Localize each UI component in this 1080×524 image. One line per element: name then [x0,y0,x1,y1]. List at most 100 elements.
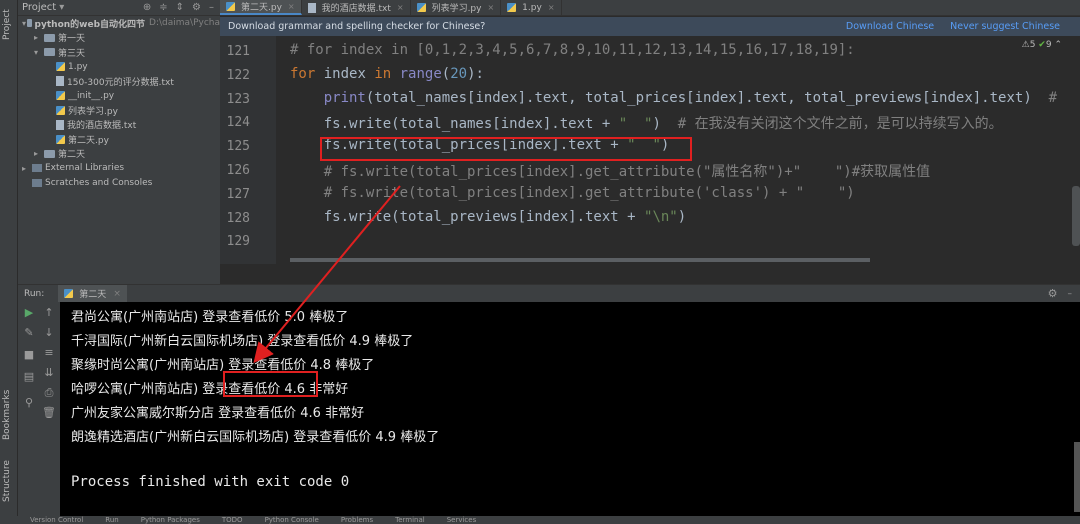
line-gutter: 121 122 123 124 125 126 127 128 129 [220,36,276,264]
text-file-icon [307,2,316,13]
inspection-widget[interactable]: ⚠5 ✔9 ⌃ [1022,40,1062,50]
python-file-icon [64,289,74,298]
close-icon[interactable]: × [397,3,404,12]
tree-item[interactable]: 150-300元的评分数据.txt [18,74,220,89]
console-line: Process finished with exit code 0 [71,474,350,490]
tree-item-label: 第二天 [58,150,86,161]
tab-label: 列表学习.py [431,4,482,14]
status-tool-button[interactable]: Python Packages [141,516,200,524]
bookmarks-tool-button[interactable]: Bookmarks [2,390,12,440]
expand-icon[interactable]: ⇕ [176,2,184,13]
left-tool-strip: Project Bookmarks Structure [0,0,18,524]
editor-tab[interactable]: 我的酒店数据.txt × [302,0,411,15]
horizontal-scrollbar[interactable] [290,258,870,262]
tree-item[interactable]: ▸ External Libraries [18,161,220,176]
tree-item[interactable]: ▸ 第二天 [18,147,220,162]
close-icon[interactable]: × [113,289,121,299]
tree-item[interactable]: ▸ 第一天 [18,31,220,46]
text-file-icon [56,119,64,130]
soft-wrap-icon[interactable]: ≡ [42,346,56,359]
tree-item[interactable]: ▾ python的web自动化四节 D:\daima\Pycha [18,16,220,31]
console-scrollbar[interactable] [1074,442,1080,512]
tree-item[interactable]: 列表学习.py [18,103,220,118]
tree-item[interactable]: Scratches and Consoles [18,176,220,191]
chevron-right-icon[interactable]: ▸ [22,164,32,173]
project-dropdown[interactable]: Project [22,2,56,13]
status-tool-button[interactable]: Run [105,516,118,524]
chevron-down-icon[interactable]: ▾ [59,2,64,13]
minimize-icon[interactable]: – [1068,289,1073,299]
project-panel: Project ▾ ⊕ ≑ ⇕ ⚙ – ▾ python的web自动化四节 D:\d… [18,0,220,284]
tree-item[interactable]: __init__.py [18,89,220,104]
banner-message: Download grammar and spelling checker fo… [228,21,486,32]
status-tool-button[interactable]: Terminal [395,516,425,524]
line-number: 122 [226,67,250,83]
close-icon[interactable]: × [548,3,555,12]
tree-item-label: External Libraries [45,163,125,174]
locate-icon[interactable]: ⊕ [143,2,151,13]
status-tool-button[interactable]: Services [447,516,477,524]
status-tool-button[interactable]: TODO [222,516,243,524]
trash-icon[interactable]: 🗑 [42,406,56,419]
scroll-up-icon[interactable]: ↑ [42,306,56,319]
tree-item[interactable]: ▾ 第三天 [18,45,220,60]
python-file-icon [56,134,65,144]
layout-icon[interactable]: ▤ [22,370,36,383]
status-tool-button[interactable]: Python Console [265,516,319,524]
annotation-box-output [223,371,318,397]
annotation-box-code [320,137,692,161]
console-line: 君尚公寓(广州南站店) 登录查看低价 5.0 棒极了 [71,310,349,325]
python-file-icon [56,91,65,101]
run-label: Run: [24,288,45,299]
code-line: # for index in [0,1,2,3,4,5,6,7,8,9,10,1… [290,42,855,58]
vertical-scrollbar[interactable] [1072,186,1080,246]
status-bar: Version Control Run Python Packages TODO Pyt… [0,516,1080,524]
run-tab[interactable]: 第二天 × [58,285,127,302]
python-file-icon [56,62,65,72]
pin-icon[interactable]: ⚲ [22,396,36,409]
wrench-icon[interactable]: ✎ [22,326,36,339]
gear-icon[interactable]: ⚙ [192,2,201,13]
tab-label: 我的酒店数据.txt [321,4,391,14]
status-tool-button[interactable]: Problems [341,516,373,524]
chevron-right-icon[interactable]: ▸ [34,149,44,158]
tree-item[interactable]: 1.py [18,60,220,75]
tree-item[interactable]: 第二天.py [18,132,220,147]
tree-item-label: Scratches and Consoles [45,177,153,188]
scroll-to-end-icon[interactable]: ⇊ [42,366,56,379]
editor-tab[interactable]: 列表学习.py × [411,0,502,15]
editor-tab[interactable]: 1.py × [501,0,562,15]
collapse-icon[interactable]: ≑ [159,2,167,13]
warning-icon: ⚠ [1021,40,1030,50]
structure-tool-button[interactable]: Structure [2,460,12,502]
tree-item[interactable]: 我的酒店数据.txt [18,118,220,133]
code-line: # fs.write(total_prices[index].get_attri… [290,184,855,201]
editor-tab[interactable]: 第二天.py × [220,0,302,15]
gear-icon[interactable]: ⚙ [1048,287,1058,300]
editor-tabs: 第二天.py × 我的酒店数据.txt × 列表学习.py × 1.py × [220,0,1080,16]
code-line: print(total_names[index].text, total_pri… [323,89,1058,106]
chevron-up-icon[interactable]: ⌃ [1054,40,1062,50]
run-console[interactable]: 君尚公寓(广州南站店) 登录查看低价 5.0 棒极了 千浔国际(广州新白云国际机场… [60,302,1080,516]
ok-count: 9 [1045,40,1052,50]
chevron-down-icon[interactable]: ▾ [34,48,44,57]
download-chinese-link[interactable]: Download Chinese [846,21,934,32]
tree-item-label: 我的酒店数据.txt [67,121,137,132]
chevron-right-icon[interactable]: ▸ [34,33,44,42]
close-icon[interactable]: × [487,3,494,12]
check-icon: ✔ [1038,40,1046,50]
stop-icon[interactable]: ■ [22,348,36,361]
run-toolbar: ▶ ↑ ✎ ↓ ■ ≡ ▤ ⇊ ⎙ ⚲ 🗑 [18,302,60,516]
chevron-down-icon[interactable]: ▾ [22,19,27,28]
never-suggest-link[interactable]: Never suggest Chinese [950,21,1060,32]
project-tool-button[interactable]: Project [2,9,12,40]
run-panel-header: Run: 第二天 × ⚙ – [18,284,1080,302]
status-tool-button[interactable]: Version Control [30,516,83,524]
line-number: 125 [226,139,250,155]
close-icon[interactable]: × [288,2,295,11]
rerun-icon[interactable]: ▶ [22,306,36,319]
print-icon[interactable]: ⎙ [42,386,56,400]
python-file-icon [416,3,426,12]
minimize-icon[interactable]: – [209,2,214,13]
scroll-down-icon[interactable]: ↓ [42,326,56,339]
